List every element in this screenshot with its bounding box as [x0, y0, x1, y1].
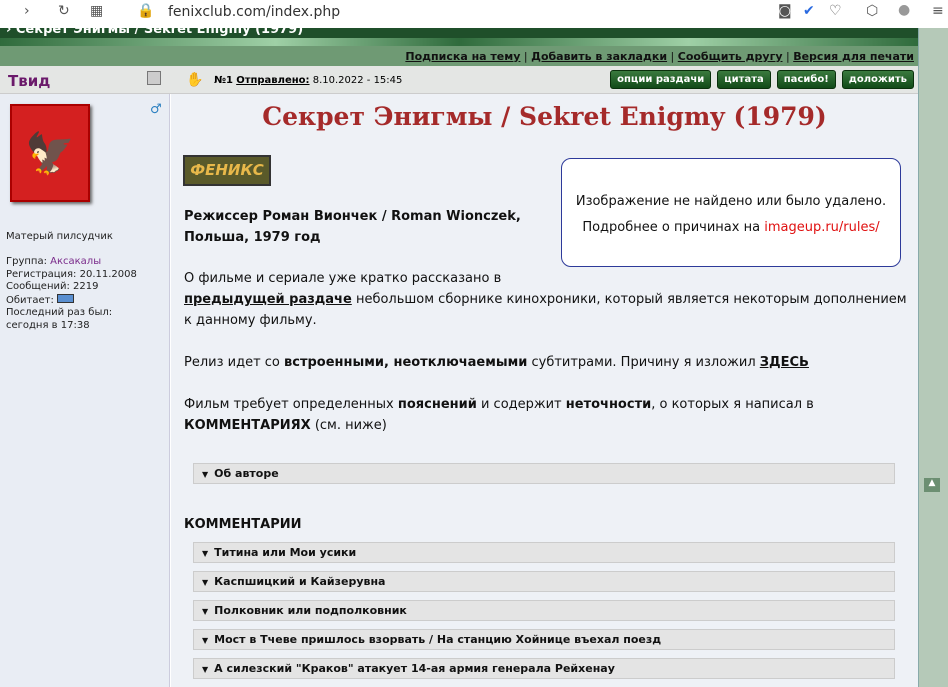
shield-icon[interactable]: ✔ — [803, 3, 815, 19]
lock-icon: 🔒 — [137, 3, 155, 19]
heart-icon[interactable]: ♡ — [829, 3, 842, 19]
topic-title: › Секрет Энигмы / Sekret Enigmy (1979) — [6, 28, 304, 37]
apps-icon[interactable]: ▦ — [90, 3, 103, 19]
decorative-stripe — [0, 38, 918, 46]
paragraph-intro: О фильме и сериале уже кратко рассказано… — [184, 271, 907, 328]
paragraph-notes: Фильм требует определенных пояснений и с… — [184, 397, 814, 433]
user-group: Аксакалы — [50, 256, 102, 267]
registration-date: Регистрация: 20.11.2008 — [6, 268, 137, 280]
flag-icon — [57, 293, 75, 303]
triangle-down-icon: ▼ — [202, 607, 209, 616]
computer-icon — [147, 71, 161, 85]
right-pane — [918, 28, 948, 687]
group-label: Группа: — [6, 256, 47, 267]
location-label: Обитает: — [6, 294, 54, 306]
post-number: №1 — [214, 75, 233, 86]
browser-toolbar: › ↻ ▦ 🔒 fenixclub.com/index.php ◙ ✔ ♡ ⬡ … — [0, 0, 948, 28]
previous-release-link[interactable]: предыдущей раздаче — [184, 292, 352, 307]
scroll-up-button[interactable]: ▲ — [924, 478, 940, 492]
post-meta: №1 Отправлено: 8.10.2022 - 15:45 — [214, 75, 402, 86]
subscribe-link[interactable]: Подписка на тему — [405, 50, 520, 63]
triangle-down-icon: ▼ — [202, 549, 209, 558]
handshake-icon: ✋ — [186, 72, 204, 88]
post-date: 8.10.2022 - 15:45 — [312, 75, 403, 86]
spoiler-about-author[interactable]: ▼ Об авторе — [193, 463, 895, 484]
avatar: 🦅 — [10, 104, 90, 202]
forward-icon[interactable]: › — [24, 3, 30, 19]
address-bar[interactable]: fenixclub.com/index.php — [168, 4, 340, 20]
spoiler-comment[interactable]: ▼ Титина или Мои усики — [193, 542, 895, 563]
camera-icon[interactable]: ◙ — [778, 3, 792, 19]
director: Режиссер Роман Виончек / Roman Wionczek, — [184, 209, 521, 224]
reload-icon[interactable]: ↻ — [58, 3, 70, 19]
country-year: Польша, 1979 год — [184, 230, 321, 245]
post-body: Секрет Энигмы / Sekret Enigmy (1979) ФЕН… — [171, 94, 918, 687]
last-seen: сегодня в 17:38 — [6, 319, 90, 331]
male-icon: ♂ — [150, 102, 162, 117]
box-icon[interactable]: ⬡ — [866, 3, 878, 19]
spoiler-comment[interactable]: ▼ Каспшицкий и Кайзерувна — [193, 571, 895, 592]
report-button[interactable]: доложить — [841, 70, 914, 89]
last-seen-label: Последний раз был: — [6, 307, 113, 318]
menu-icon[interactable]: ≡ — [932, 3, 944, 19]
triangle-down-icon: ▼ — [202, 470, 209, 479]
missing-image-reason: Подробнее о причинах на — [582, 220, 761, 235]
user-sidebar: 🦅 ♂ Матерый пилсудчик Группа: Аксакалы Р… — [0, 94, 170, 687]
thanks-button[interactable]: пасибо! — [776, 70, 836, 89]
user-rank: Матерый пилсудчик — [6, 231, 113, 242]
post-count: Сообщений: 2219 — [6, 281, 99, 292]
fenix-logo: ФЕНИКС — [183, 155, 271, 186]
quote-button[interactable]: цитата — [717, 70, 771, 89]
post-header: Твид ✋ №1 Отправлено: 8.10.2022 - 15:45 … — [0, 66, 918, 94]
release-title: Секрет Энигмы / Sekret Enigmy (1979) — [262, 102, 827, 131]
triangle-down-icon: ▼ — [202, 665, 209, 674]
post-link[interactable]: Отправлено: — [236, 75, 309, 86]
triangle-down-icon: ▼ — [202, 636, 209, 645]
spoiler-comment[interactable]: ▼ Мост в Тчеве пришлось взорвать / На ста… — [193, 629, 895, 650]
triangle-down-icon: ▼ — [202, 578, 209, 587]
topic-links: Подписка на тему | Добавить в закладки |… — [0, 46, 918, 66]
here-link[interactable]: ЗДЕСЬ — [760, 355, 809, 370]
spoiler-comment[interactable]: ▼ А силезский "Краков" атакует 14-ая арми… — [193, 658, 895, 679]
options-button[interactable]: опции раздачи — [610, 70, 712, 89]
profile-icon[interactable]: ● — [898, 2, 910, 18]
tell-friend-link[interactable]: Сообщить другу — [678, 50, 783, 63]
print-version-link[interactable]: Версия для печати — [793, 50, 914, 63]
comments-heading: КОММЕНТАРИИ — [184, 517, 302, 532]
bookmark-link[interactable]: Добавить в закладки — [531, 50, 667, 63]
spoiler-comment[interactable]: ▼ Полковник или подполковник — [193, 600, 895, 621]
missing-image-text: Изображение не найдено или было удалено. — [575, 194, 887, 209]
topic-title-bar: › Секрет Энигмы / Sekret Enigmy (1979) — [0, 28, 918, 38]
username[interactable]: Твид — [8, 72, 50, 90]
imageup-rules-link[interactable]: imageup.ru/rules/ — [764, 220, 879, 235]
paragraph-subtitles: Релиз идет со встроенными, неотключаемым… — [184, 355, 809, 370]
missing-image-box: Изображение не найдено или было удалено.… — [561, 158, 901, 267]
